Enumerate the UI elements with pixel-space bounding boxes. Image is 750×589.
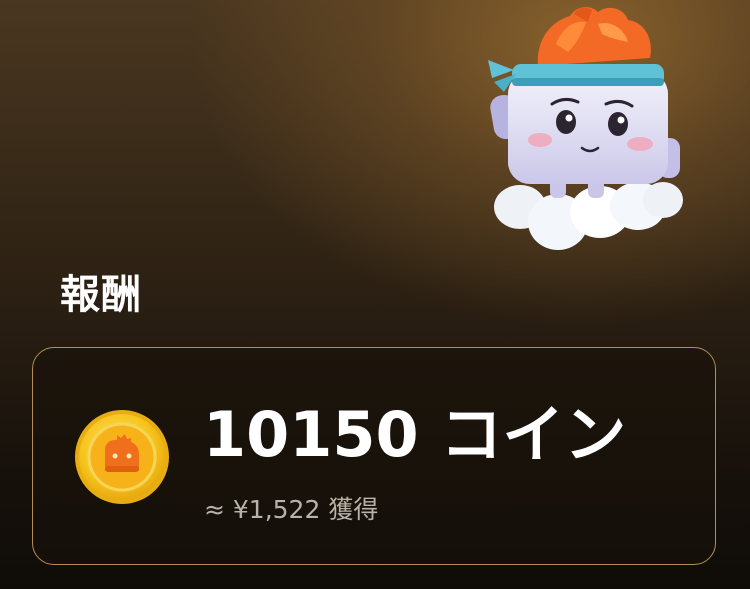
mascot-illustration bbox=[488, 7, 683, 250]
hair bbox=[537, 7, 651, 67]
section-title: 報酬 bbox=[60, 272, 142, 318]
yen-equivalent: ≈ ¥1,522 獲得 bbox=[204, 495, 379, 524]
coin-amount: 10150 コイン bbox=[203, 398, 627, 471]
coin-icon bbox=[75, 410, 169, 504]
reward-card: 10150 コイン ≈ ¥1,522 獲得 bbox=[32, 347, 716, 565]
